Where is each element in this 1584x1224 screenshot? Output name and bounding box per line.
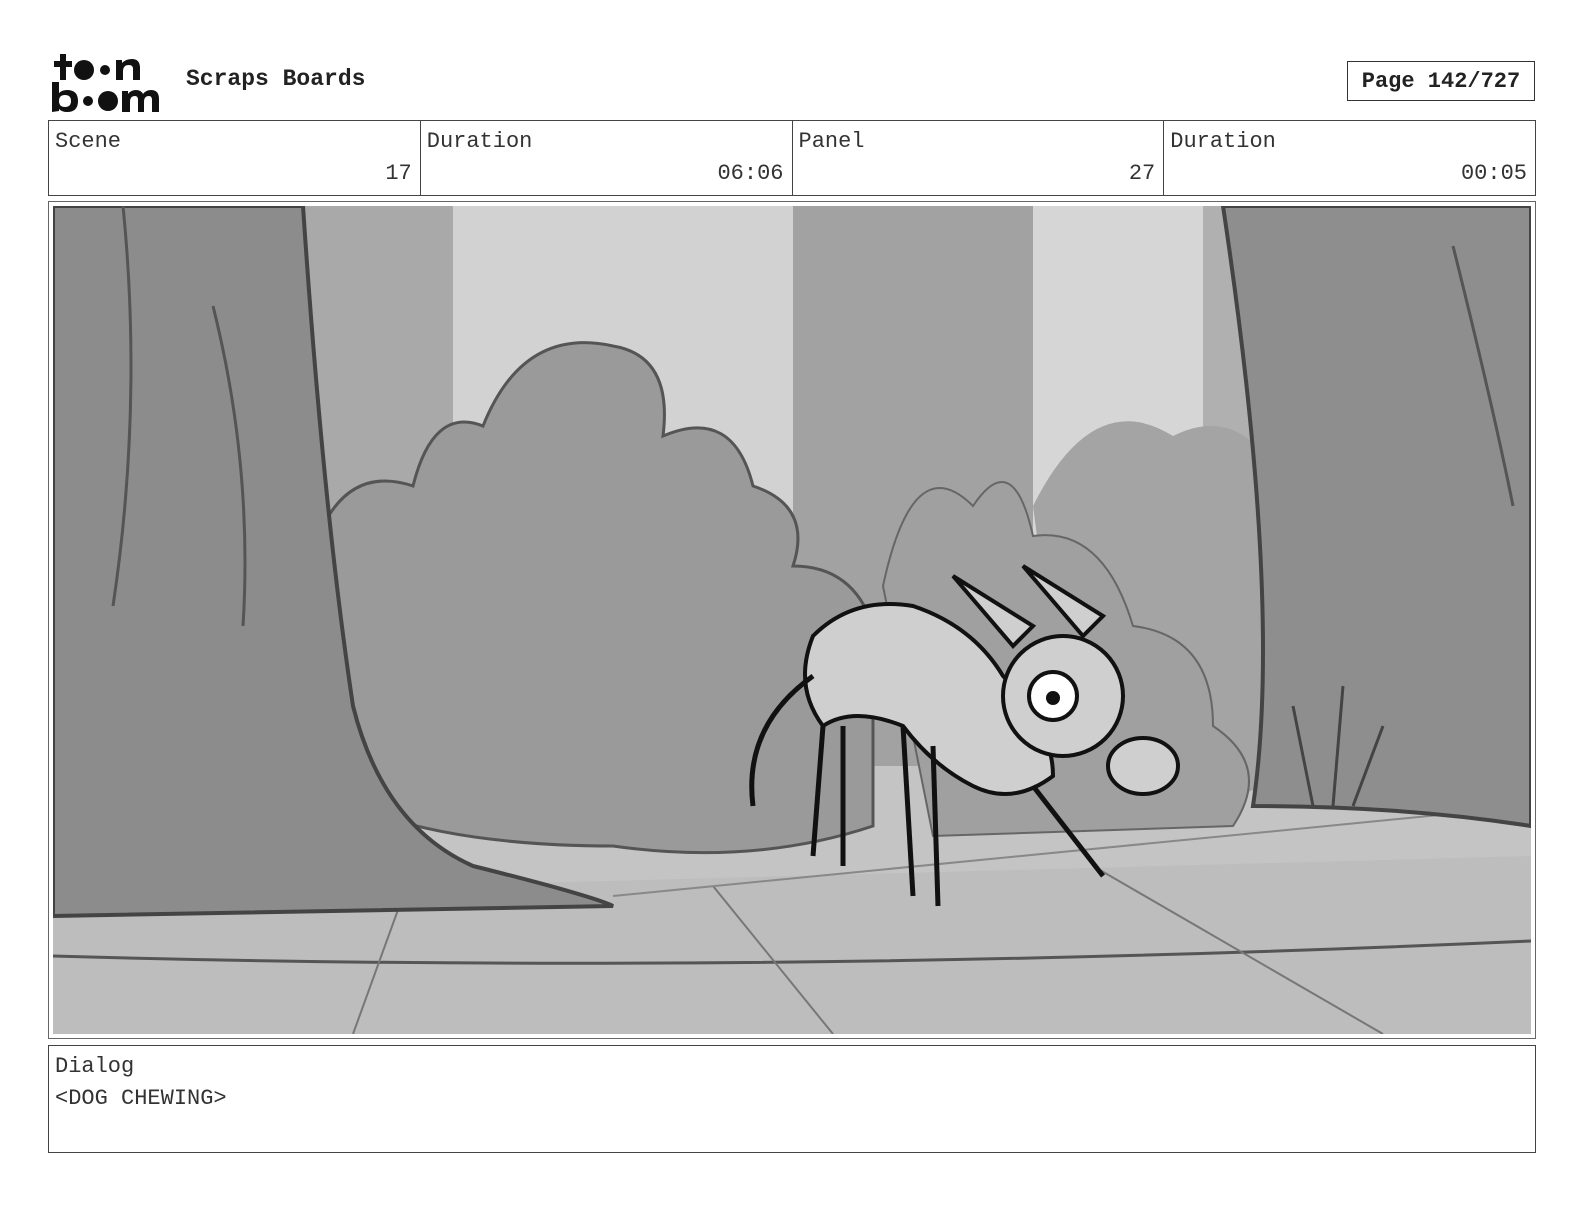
panel-cell: Panel 27 xyxy=(793,121,1165,195)
board-title: Scraps Boards xyxy=(186,66,366,92)
panel-value: 27 xyxy=(1128,161,1156,186)
panel-duration-cell: Duration 00:05 xyxy=(1164,121,1535,195)
panel-label: Panel xyxy=(798,129,865,154)
scene-label: Scene xyxy=(55,129,122,154)
scene-duration-value: 06:06 xyxy=(717,161,784,186)
scene-cell: Scene 17 xyxy=(49,121,421,195)
info-row: Scene 17 Duration 06:06 Panel 27 Duratio… xyxy=(48,120,1536,196)
scene-duration-label: Duration xyxy=(426,129,533,154)
logo-graphic xyxy=(52,54,159,112)
scene-value: 17 xyxy=(385,161,412,186)
dialog-label: Dialog xyxy=(55,1054,135,1079)
storyboard-panel xyxy=(48,201,1536,1039)
page-indicator: Page 142/727 xyxy=(1347,61,1535,101)
dialog-text: <DOG CHEWING> xyxy=(55,1086,227,1111)
forest-dog-sketch xyxy=(53,206,1531,1034)
toonboom-logo xyxy=(50,50,165,114)
panel-image xyxy=(53,206,1531,1034)
scene-duration-cell: Duration 06:06 xyxy=(421,121,793,195)
panel-duration-value: 00:05 xyxy=(1460,161,1527,186)
panel-duration-label: Duration xyxy=(1170,129,1276,154)
dialog-box: Dialog <DOG CHEWING> xyxy=(48,1045,1536,1153)
